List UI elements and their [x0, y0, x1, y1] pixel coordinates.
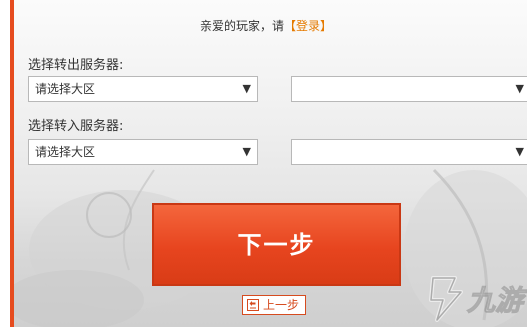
login-link[interactable]: 【登录】 [284, 19, 332, 33]
triangle-down-icon: ▼ [242, 145, 251, 158]
transfer-in-region-select[interactable]: 请选择大区 ▼ [28, 139, 258, 165]
transfer-in-label: 选择转入服务器: [28, 119, 124, 134]
select-value: 请选择大区 [35, 82, 96, 96]
back-arrow-icon [247, 299, 259, 311]
transfer-out-label: 选择转出服务器: [28, 58, 124, 73]
transfer-out-server-select[interactable]: ▼ [291, 76, 527, 102]
select-value: 请选择大区 [35, 145, 96, 159]
next-step-button[interactable]: 下一步 [152, 203, 401, 286]
transfer-in-server-select[interactable]: ▼ [291, 139, 527, 165]
previous-step-label: 上一步 [263, 298, 300, 312]
greeting-text: 亲爱的玩家，请 [200, 19, 285, 33]
jiuyou-logo-icon: 九游 [429, 276, 527, 322]
triangle-down-icon: ▼ [242, 82, 251, 95]
login-prompt: 亲爱的玩家，请【登录】 [200, 17, 332, 34]
previous-step-button[interactable]: 上一步 [242, 295, 306, 315]
triangle-down-icon: ▼ [515, 82, 524, 95]
watermark-text: 九游 [466, 284, 527, 317]
server-transfer-panel: 亲爱的玩家，请【登录】 选择转出服务器: 请选择大区 ▼ ▼ 选择转入服务器: … [10, 0, 527, 327]
triangle-down-icon: ▼ [515, 145, 524, 158]
transfer-out-region-select[interactable]: 请选择大区 ▼ [28, 76, 258, 102]
